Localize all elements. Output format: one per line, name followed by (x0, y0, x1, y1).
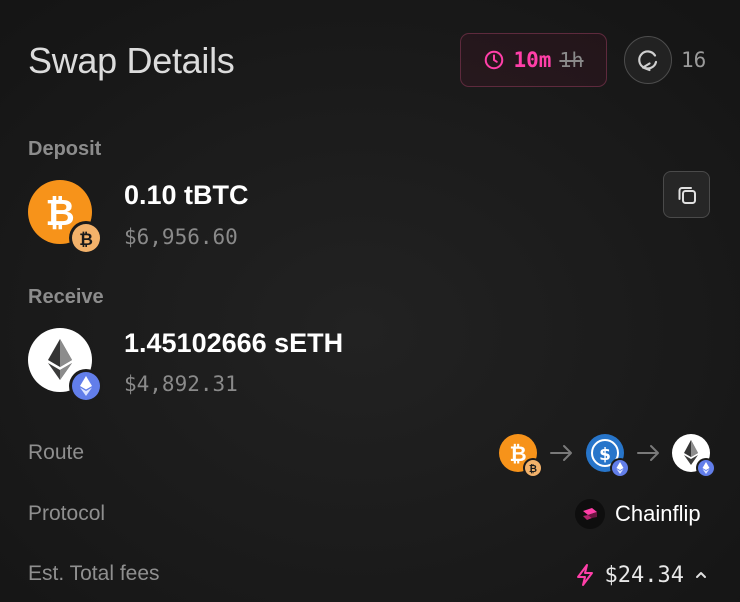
route-label: Route (28, 441, 85, 464)
svg-text:₿: ₿ (509, 442, 526, 466)
protocol-name: Chainflip (615, 501, 701, 526)
deposit-amount: 0.10 tBTC (124, 180, 249, 210)
timer-current: 10m (513, 48, 552, 72)
page-title: Swap Details (28, 40, 235, 81)
ethereum-icon (672, 434, 716, 478)
copy-button[interactable] (663, 171, 710, 218)
arrow-right-icon (637, 445, 659, 461)
usdc-icon: $ (586, 434, 630, 478)
svg-text:$: $ (599, 445, 611, 465)
clock-icon (485, 50, 504, 70)
ethereum-icon (28, 328, 103, 403)
bitcoin-icon: ₿ ₿ (28, 180, 103, 255)
svg-text:₿: ₿ (79, 230, 93, 250)
timer-previous: 1h (559, 48, 584, 72)
receive-amount: 1.45102666 sETH (124, 328, 344, 358)
refresh-button[interactable] (624, 36, 672, 84)
deposit-label: Deposit (28, 138, 102, 160)
fees-toggle[interactable]: $24.34 (575, 560, 708, 590)
receive-token (28, 328, 103, 403)
svg-text:₿: ₿ (529, 463, 537, 475)
refresh-icon (638, 50, 658, 72)
deposit-token: ₿ ₿ (28, 180, 103, 255)
route-path: ₿ ₿ $ (498, 433, 716, 479)
expiry-timer[interactable]: 10m 1h (460, 33, 607, 87)
chainflip-logo-icon (575, 499, 605, 529)
fees-value: $24.34 (604, 562, 684, 588)
protocol-value: Chainflip (575, 497, 701, 531)
arrow-right-icon (550, 445, 572, 461)
receive-usd: $4,892.31 (124, 372, 238, 396)
protocol-label: Protocol (28, 502, 106, 525)
bitcoin-icon: ₿ ₿ (499, 434, 543, 478)
lightning-icon (576, 564, 593, 586)
refresh-count: 16 (681, 48, 707, 72)
svg-text:₿: ₿ (45, 193, 74, 234)
fees-label: Est. Total fees (28, 562, 160, 585)
deposit-usd: $6,956.60 (124, 225, 238, 249)
receive-label: Receive (28, 286, 104, 308)
copy-icon (678, 186, 696, 204)
chevron-up-icon (696, 572, 706, 578)
